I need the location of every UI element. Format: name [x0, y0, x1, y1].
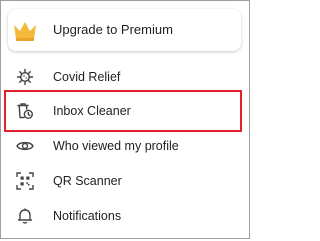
menu-item-qr-scanner[interactable]: QR Scanner: [8, 166, 242, 196]
menu-item-label: Covid Relief: [53, 70, 121, 84]
upgrade-premium-label: Upgrade to Premium: [53, 22, 173, 37]
trash-clock-icon: [16, 102, 34, 120]
menu-item-label: Notifications: [53, 209, 122, 223]
bell-icon: [16, 207, 34, 225]
menu-item-label: Who viewed my profile: [53, 139, 179, 153]
menu-item-who-viewed-profile[interactable]: Who viewed my profile: [8, 131, 242, 161]
menu-item-label: Inbox Cleaner: [53, 104, 131, 118]
menu-item-label: QR Scanner: [53, 174, 122, 188]
eye-icon: [16, 137, 34, 155]
crown-icon: [12, 19, 38, 43]
qr-scan-icon: [16, 172, 34, 190]
menu-item-inbox-cleaner[interactable]: Inbox Cleaner: [8, 96, 242, 126]
virus-icon: [16, 68, 34, 86]
menu-item-covid-relief[interactable]: Covid Relief: [8, 62, 242, 92]
menu-item-notifications[interactable]: Notifications: [8, 201, 242, 231]
